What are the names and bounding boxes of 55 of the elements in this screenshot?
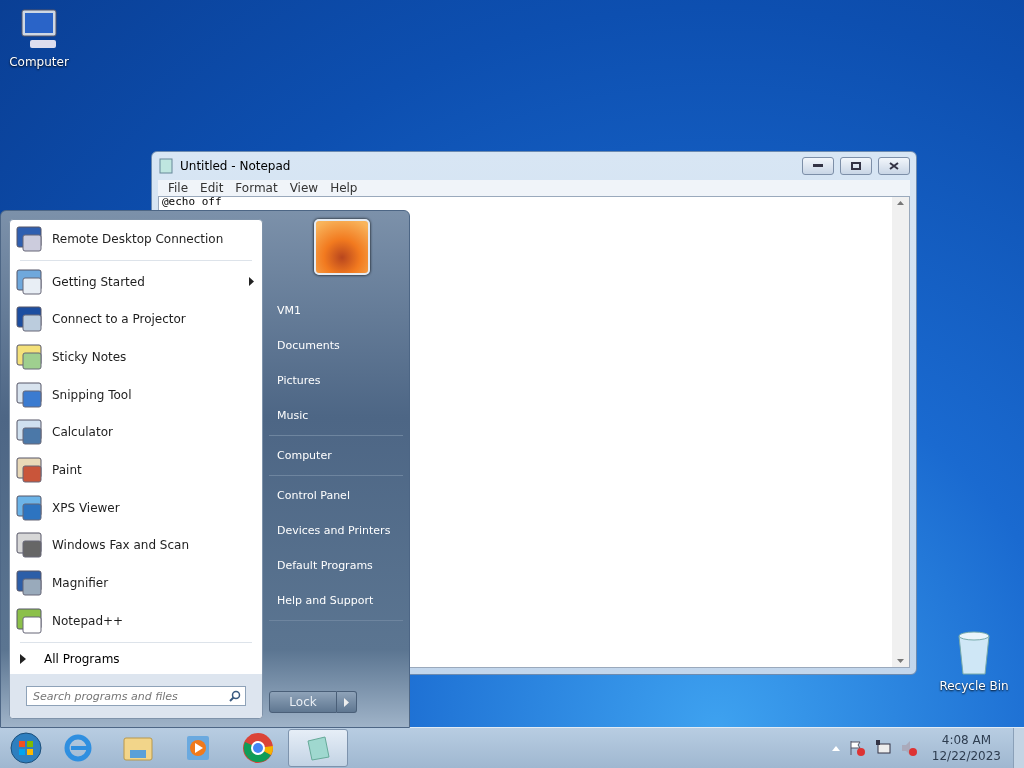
- browser-icon: [63, 733, 93, 763]
- menu-item[interactable]: Edit: [194, 181, 230, 195]
- start-menu-link[interactable]: Documents: [269, 328, 403, 363]
- start-menu-link[interactable]: Default Programs: [269, 548, 403, 583]
- program-item[interactable]: Calculator: [10, 413, 262, 452]
- clock-time[interactable]: 4:08 AM: [941, 732, 992, 748]
- program-item[interactable]: Windows Fax and Scan: [10, 526, 262, 565]
- program-item[interactable]: Snipping Tool: [10, 375, 262, 414]
- menu-item[interactable]: Format: [229, 181, 284, 195]
- search-box[interactable]: Search programs and files: [26, 686, 246, 707]
- program-item[interactable]: Connect to a Projector: [10, 300, 262, 339]
- editor-text: @echo off: [162, 195, 222, 208]
- flag-icon[interactable]: [847, 739, 866, 757]
- taskbar-button[interactable]: [288, 729, 348, 767]
- menu-item[interactable]: View: [283, 181, 325, 195]
- program-item[interactable]: XPS Viewer: [10, 488, 262, 527]
- arrow-icon: [344, 697, 349, 707]
- program-item[interactable]: Notepad++: [10, 601, 262, 640]
- start-menu-link[interactable]: Computer: [269, 438, 403, 473]
- clock-date[interactable]: 12/22/2023: [931, 748, 1001, 764]
- arrow-icon: [20, 654, 26, 665]
- menu-item[interactable]: Help: [324, 181, 364, 195]
- scrollbar[interactable]: [892, 197, 909, 667]
- minimize-button[interactable]: [802, 157, 834, 175]
- close-icon: [889, 162, 899, 170]
- power-options-button[interactable]: [337, 691, 357, 713]
- start-menu-link[interactable]: Devices and Printers: [269, 513, 403, 548]
- maximize-button[interactable]: [840, 157, 872, 175]
- close-button[interactable]: [878, 157, 910, 175]
- scroll-down-icon[interactable]: [897, 659, 904, 663]
- start-menu-link[interactable]: Help and Support: [269, 583, 403, 618]
- desktop-icon-label[interactable]: Computer: [9, 55, 69, 69]
- program-item[interactable]: Sticky Notes: [10, 338, 262, 376]
- chrome-icon: [242, 732, 274, 764]
- network-icon[interactable]: [873, 739, 892, 757]
- start-menu-link[interactable]: Pictures: [269, 363, 403, 398]
- start-menu-link[interactable]: Control Panel: [269, 478, 403, 513]
- search-icon: [229, 690, 241, 703]
- arrow-icon: [249, 277, 254, 286]
- start-menu-link[interactable]: VM1: [269, 293, 403, 328]
- user-picture[interactable]: [314, 219, 370, 275]
- program-item[interactable]: Paint: [10, 451, 262, 489]
- play-icon: [184, 733, 212, 763]
- all-programs-item[interactable]: All Programs: [10, 644, 262, 675]
- scroll-up-icon[interactable]: [897, 201, 904, 205]
- speaker-icon[interactable]: [899, 739, 918, 757]
- window-title: Untitled - Notepad: [180, 159, 292, 173]
- desktop-icon-label[interactable]: Recycle Bin: [939, 679, 1009, 693]
- program-item[interactable]: Magnifier: [10, 564, 262, 602]
- maximize-icon: [851, 162, 861, 170]
- program-item[interactable]: Remote Desktop Connection: [10, 220, 262, 258]
- menu-item[interactable]: File: [162, 181, 195, 195]
- program-item[interactable]: Getting Started: [10, 262, 262, 301]
- start-menu-link[interactable]: Music: [269, 398, 403, 433]
- minimize-icon: [813, 164, 823, 168]
